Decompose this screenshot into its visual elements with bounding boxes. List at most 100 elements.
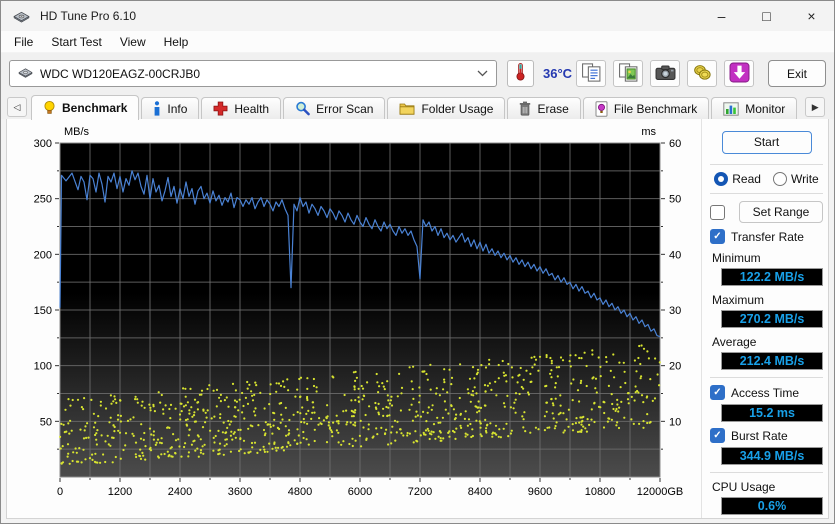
tab-label: Benchmark bbox=[62, 101, 128, 115]
chevron-down-icon bbox=[477, 70, 488, 77]
svg-text:12000GB: 12000GB bbox=[637, 486, 683, 498]
minimum-label: Minimum bbox=[712, 251, 761, 265]
start-button[interactable]: Start bbox=[721, 131, 812, 154]
svg-text:60: 60 bbox=[669, 138, 681, 150]
tab-label: Erase bbox=[537, 101, 569, 116]
read-radio-label: Read bbox=[732, 172, 761, 186]
maximize-button[interactable]: □ bbox=[744, 1, 789, 31]
svg-text:150: 150 bbox=[34, 305, 52, 317]
access-time-value: 15.2 ms bbox=[721, 404, 823, 422]
write-radio-dot bbox=[772, 172, 787, 186]
tab-label: Folder Usage bbox=[421, 101, 494, 116]
svg-text:200: 200 bbox=[34, 249, 52, 261]
menu-item-start-test[interactable]: Start Test bbox=[42, 32, 110, 52]
menu-bar: File Start Test View Help bbox=[1, 31, 834, 53]
burst-rate-checkbox[interactable]: ✓ bbox=[710, 428, 725, 443]
minimize-button[interactable]: – bbox=[699, 1, 744, 31]
access-time-checkbox[interactable]: ✓ bbox=[710, 385, 725, 400]
svg-text:100: 100 bbox=[34, 361, 52, 373]
svg-text:50: 50 bbox=[669, 194, 681, 206]
device-selector[interactable]: WDC WD120EAGZ-00CRJB0 bbox=[9, 60, 497, 87]
side-panel: Start Read Write Set Range ✓ Transfer Ra bbox=[701, 119, 831, 518]
menu-item-help[interactable]: Help bbox=[155, 32, 198, 52]
tab-scroll-right-icon[interactable]: ▶ bbox=[805, 97, 826, 117]
average-value: 212.4 MB/s bbox=[721, 352, 823, 370]
menu-item-view[interactable]: View bbox=[111, 32, 155, 52]
hd-tune-window: HD Tune Pro 6.10 – □ × File Start Test Vie… bbox=[0, 0, 835, 524]
copy-image-button[interactable] bbox=[613, 60, 643, 87]
read-radio[interactable]: Read bbox=[714, 172, 761, 186]
svg-text:10800: 10800 bbox=[585, 486, 616, 498]
svg-text:4800: 4800 bbox=[288, 486, 312, 498]
transfer-rate-label: Transfer Rate bbox=[731, 229, 804, 244]
maximum-label: Maximum bbox=[712, 293, 765, 307]
tab-monitor[interactable]: Monitor bbox=[711, 97, 798, 119]
menu-item-file[interactable]: File bbox=[5, 32, 42, 52]
toolbar: WDC WD120EAGZ-00CRJB0 36°C Exit bbox=[1, 53, 834, 94]
tab-info[interactable]: Info bbox=[141, 97, 200, 119]
svg-text:ms: ms bbox=[641, 126, 656, 138]
svg-text:10: 10 bbox=[669, 416, 681, 428]
copy-text-button[interactable] bbox=[576, 60, 606, 87]
tab-label: Health bbox=[234, 101, 270, 116]
file-benchmark-icon bbox=[595, 100, 608, 117]
device-name: WDC WD120EAGZ-00CRJB0 bbox=[40, 66, 201, 81]
exit-button[interactable]: Exit bbox=[768, 60, 826, 87]
burst-rate-value: 344.9 MB/s bbox=[721, 447, 823, 465]
svg-text:30: 30 bbox=[669, 305, 681, 317]
tab-erase[interactable]: Erase bbox=[507, 97, 581, 119]
benchmark-chart: MB/s ms 50 100 150 200 250 300 10 20 30 40 50 60 0 1200… bbox=[34, 126, 684, 498]
write-radio[interactable]: Write bbox=[772, 172, 819, 186]
tab-label: Info bbox=[167, 101, 188, 116]
camera-icon bbox=[655, 64, 676, 84]
cpu-usage-value: 0.6% bbox=[721, 497, 823, 515]
donate-icon bbox=[693, 64, 712, 84]
set-range-button[interactable]: Set Range bbox=[739, 201, 823, 223]
tab-label: Error Scan bbox=[316, 101, 374, 116]
camera-button[interactable] bbox=[650, 60, 680, 87]
read-radio-dot bbox=[714, 172, 729, 186]
svg-text:250: 250 bbox=[34, 194, 52, 206]
folder-icon bbox=[399, 102, 415, 115]
average-label: Average bbox=[712, 335, 757, 349]
error-scan-icon bbox=[295, 101, 310, 116]
write-radio-label: Write bbox=[790, 172, 819, 186]
separator bbox=[710, 193, 823, 194]
separator bbox=[710, 472, 823, 473]
tab-scroll-left-icon[interactable]: ◁ bbox=[7, 97, 27, 117]
save-button[interactable] bbox=[724, 60, 754, 87]
svg-text:7200: 7200 bbox=[408, 486, 432, 498]
tab-folder-usage[interactable]: Folder Usage bbox=[387, 97, 506, 119]
donate-button[interactable] bbox=[687, 60, 717, 87]
svg-text:3600: 3600 bbox=[228, 486, 252, 498]
app-disk-icon bbox=[13, 7, 31, 25]
benchmark-panel: MB/s ms 50 100 150 200 250 300 10 20 30 40 50 60 0 1200… bbox=[6, 118, 829, 519]
svg-text:20: 20 bbox=[669, 361, 681, 373]
tab-file-benchmark[interactable]: File Benchmark bbox=[582, 97, 710, 119]
temperature-value: 36°C bbox=[543, 66, 573, 81]
window-title: HD Tune Pro 6.10 bbox=[40, 9, 137, 23]
tab-benchmark[interactable]: Benchmark bbox=[31, 95, 140, 120]
transfer-rate-checkbox[interactable]: ✓ bbox=[710, 229, 725, 244]
set-range-checkbox[interactable] bbox=[710, 204, 725, 220]
erase-icon bbox=[519, 101, 531, 116]
svg-text:6000: 6000 bbox=[348, 486, 372, 498]
save-icon bbox=[729, 62, 750, 86]
minimum-value: 122.2 MB/s bbox=[721, 268, 823, 286]
svg-text:9600: 9600 bbox=[528, 486, 552, 498]
svg-text:MB/s: MB/s bbox=[64, 126, 90, 138]
monitor-icon bbox=[723, 101, 739, 116]
tab-label: Monitor bbox=[745, 101, 786, 116]
tab-health[interactable]: Health bbox=[201, 97, 282, 119]
separator bbox=[710, 164, 823, 165]
tab-label: File Benchmark bbox=[613, 101, 698, 116]
svg-text:50: 50 bbox=[40, 416, 52, 428]
tab-error-scan[interactable]: Error Scan bbox=[283, 97, 386, 119]
copy-text-icon bbox=[581, 62, 602, 85]
toolbar-buttons bbox=[576, 60, 754, 87]
close-button[interactable]: × bbox=[789, 1, 834, 31]
cpu-usage-label: CPU Usage bbox=[712, 480, 776, 494]
maximum-value: 270.2 MB/s bbox=[721, 310, 823, 328]
temperature-button[interactable] bbox=[507, 60, 534, 87]
separator bbox=[710, 377, 823, 378]
